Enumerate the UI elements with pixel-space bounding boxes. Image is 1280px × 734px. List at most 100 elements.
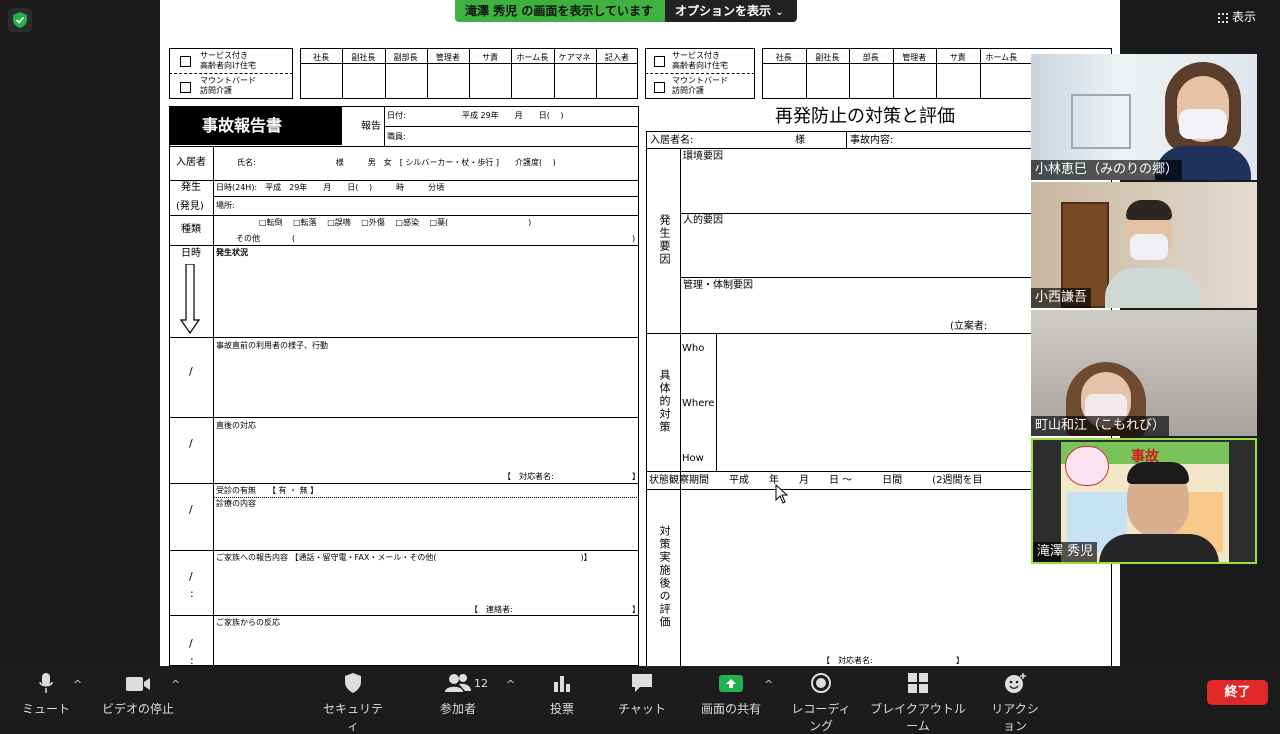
role-cell-left-1: 副社長: [351, 53, 376, 62]
mute-button[interactable]: ミュート: [18, 672, 74, 720]
date-label: 日付:: [387, 111, 406, 120]
chat-button[interactable]: チャット: [614, 672, 670, 720]
breakout-label: ブレイクアウトルーム: [870, 702, 966, 733]
after-responder: 【 対応者名:: [503, 472, 554, 481]
role-cell-right-2: 部長: [862, 53, 879, 62]
place-label: 場所:: [216, 201, 235, 210]
role-cell-left-3: 管理者: [435, 53, 460, 62]
role-cell-left-2: 副部長: [393, 53, 418, 62]
share-screen-icon: [696, 672, 766, 700]
type-options: □転倒 □転落 □誤嚥 □外傷 □感染 □薬( ): [259, 218, 532, 227]
smiley-plus-icon: [986, 672, 1044, 700]
security-button[interactable]: セキュリティ: [318, 672, 388, 733]
slash-5: /: [189, 637, 193, 650]
right-incident-label: 事故内容:: [850, 135, 894, 146]
planner-label: (立案者:: [950, 321, 988, 332]
view-button[interactable]: 表示: [1218, 6, 1274, 28]
role-cell-right-5: ホーム長: [985, 53, 1018, 62]
poll-chart-icon: [540, 672, 584, 700]
grid-view-icon: [1218, 12, 1228, 23]
role-cell-right-0: 社長: [775, 53, 792, 62]
polls-label: 投票: [549, 702, 574, 716]
mute-options-caret-icon[interactable]: ^: [73, 678, 82, 691]
participant-tile-3[interactable]: 町山和江（こもれび）: [1031, 310, 1257, 436]
polls-button[interactable]: 投票: [540, 672, 584, 720]
role-cell-left-0: 社長: [313, 53, 330, 62]
share-status-banner: 滝澤 秀児 の画面を表示しています: [455, 0, 665, 22]
how-label: How: [682, 453, 704, 464]
facility-2b-label-right: 訪問介護: [672, 86, 704, 95]
occur-label: 発生: [181, 182, 201, 193]
share-label: 画面の共有: [700, 702, 761, 716]
participant-tile-1[interactable]: 小林恵巳（みのりの郷）: [1031, 54, 1257, 180]
facility-1-checkbox-right[interactable]: [654, 56, 665, 67]
colon-5: :: [190, 654, 194, 666]
visit-label: 受診の有無 【 有 ・ 無 】: [216, 486, 319, 495]
participant-tile-4-active[interactable]: 事故 滝澤 秀児: [1031, 438, 1257, 564]
view-label: 表示: [1232, 10, 1257, 24]
down-arrow-icon: [180, 264, 200, 334]
options-button[interactable]: オプションを表示 ⌄: [665, 0, 797, 22]
facility-1b-label-right: 高齢者向け住宅: [672, 61, 728, 70]
facility-2-checkbox[interactable]: [180, 82, 191, 93]
reactions-button[interactable]: リアクション: [986, 672, 1044, 733]
facility-1-checkbox[interactable]: [180, 56, 191, 67]
treatment-label: 診療の内容: [216, 499, 256, 508]
cause-label: 発生要因: [658, 214, 671, 266]
chevron-down-icon: ⌄: [775, 7, 784, 18]
participants-count: 12: [474, 677, 488, 690]
occur-label-2: (発見): [176, 201, 204, 212]
staff-label: 職員:: [387, 132, 406, 141]
type-label: 種類: [181, 224, 201, 235]
report-title: 事故報告書: [202, 116, 283, 135]
end-label: 終了: [1224, 685, 1251, 700]
record-label: レコーディング: [791, 702, 851, 733]
participant-tile-2[interactable]: 小西謙吾: [1031, 182, 1257, 308]
type-other-close: ): [632, 234, 636, 243]
eval-label: 対策実施後の評価: [658, 525, 671, 629]
eval-bracket: 】: [956, 656, 964, 665]
breakout-rooms-button[interactable]: ブレイクアウトルーム: [868, 672, 968, 733]
slash-1: /: [189, 365, 193, 378]
participants-options-caret-icon[interactable]: ^: [506, 678, 515, 691]
right-resident-label: 入居者名:: [650, 135, 694, 146]
video-camera-icon: [100, 672, 176, 700]
shared-screen: サービス付き 高齢者向け住宅 マウントバード 訪問介護 事故報告書 報告 日付:…: [160, 0, 1120, 666]
share-screen-button[interactable]: 画面の共有: [696, 672, 766, 720]
security-shield-icon[interactable]: [8, 8, 32, 32]
mute-label: ミュート: [21, 702, 70, 716]
measure-label: 具体的対策: [658, 369, 671, 434]
resident-row: 氏名: 様 男 女 [ シルバーカー・杖・歩行 ] 介護度( ): [237, 158, 556, 167]
video-options-caret-icon[interactable]: ^: [171, 678, 180, 691]
participant-name-3: 町山和江（こもれび）: [1031, 416, 1170, 436]
end-meeting-button[interactable]: 終了: [1207, 680, 1268, 705]
slash-4: /: [189, 570, 193, 583]
facility-2-checkbox-right[interactable]: [654, 82, 665, 93]
after-bracket: 】: [632, 472, 640, 481]
role-cell-left-4: サ責: [482, 53, 499, 62]
participant-name-1: 小林恵巳（みのりの郷）: [1031, 160, 1183, 180]
video-label: ビデオの停止: [101, 702, 174, 716]
chat-bubble-icon: [614, 672, 670, 700]
resident-label: 入居者: [176, 157, 206, 168]
facility-2-label-right: マウントバード: [672, 76, 728, 85]
mouse-cursor-icon: [775, 484, 789, 504]
options-label: オプションを表示: [675, 4, 772, 18]
period-label: 状態観察期間 平成 年 月 日 〜 日間 (2週間を目: [649, 475, 983, 486]
mgmt-factor-label: 管理・体制要因: [683, 280, 753, 291]
right-sama: 様: [795, 135, 805, 146]
role-cell-left-5: ホーム長: [516, 53, 549, 62]
stop-video-button[interactable]: ビデオの停止: [100, 672, 176, 720]
facility-1-label: サービス付き: [200, 51, 248, 60]
slash-3: /: [189, 503, 193, 516]
participant-name-2: 小西謙吾: [1031, 288, 1092, 308]
facility-2-label: マウントバード: [200, 76, 256, 85]
record-button[interactable]: レコーディング: [786, 672, 856, 733]
who-label: Who: [682, 343, 705, 354]
type-other: その他 (: [236, 234, 296, 243]
eval-responder: 【 対応者名:: [822, 656, 873, 665]
share-options-caret-icon[interactable]: ^: [764, 678, 773, 691]
reactions-label: リアクション: [991, 702, 1039, 733]
family-reaction-label: ご家族からの反応: [216, 618, 280, 627]
role-cell-left-7: 記入者: [604, 53, 629, 62]
